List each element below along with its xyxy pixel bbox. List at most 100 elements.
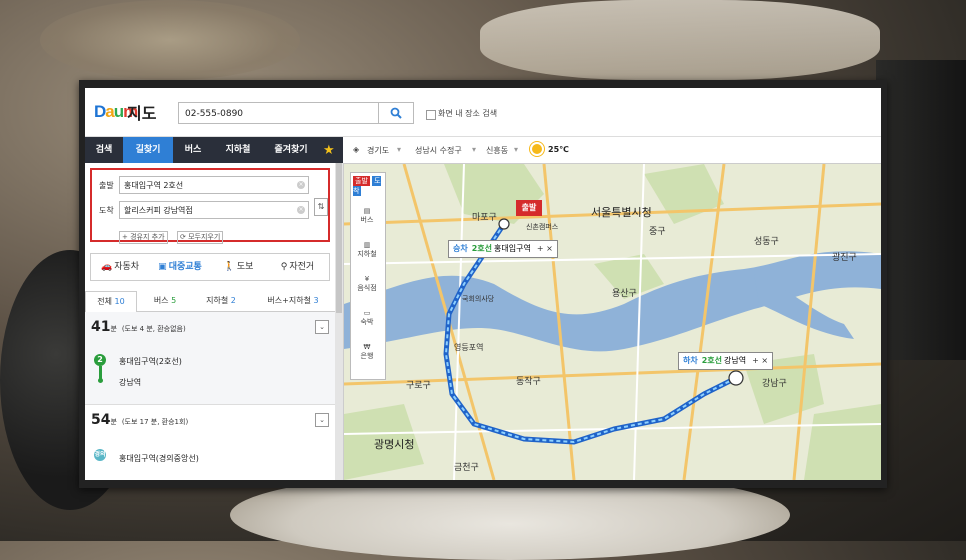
- start-label: 출발: [99, 181, 114, 190]
- map-label: 광진구: [832, 253, 857, 263]
- map-label: 영등포역: [454, 343, 484, 352]
- map-label: 구로구: [406, 381, 431, 391]
- subway-icon: ▥: [363, 241, 371, 249]
- location-icon: ◈: [353, 145, 360, 154]
- bus-icon: ▣: [158, 262, 167, 272]
- bus-icon: ▤: [363, 207, 371, 215]
- browser-screen: Daum 지도 02-555-0890 화면 내 장소 검색 검색 길찾기 버스…: [85, 88, 881, 480]
- fork-icon: ¥: [364, 275, 370, 283]
- map-label: 강남구: [762, 379, 787, 389]
- bed-icon: ▭: [363, 309, 371, 317]
- area-search-label: 화면 내 장소 검색: [438, 109, 498, 118]
- mode-transit[interactable]: ▣ 대중교통: [149, 254, 211, 280]
- board-station: 홍대입구역(경의중앙선): [119, 454, 199, 463]
- tab-all[interactable]: 전체 10: [85, 291, 137, 313]
- start-marker[interactable]: 출발: [516, 200, 542, 216]
- main-nav: 검색 길찾기 버스 지하철 즐겨찾기 ★: [85, 137, 343, 163]
- expand-icon[interactable]: ⌄: [315, 320, 329, 334]
- route-dot: [98, 378, 103, 383]
- map-label: 금천구: [454, 463, 479, 473]
- search-icon: [390, 107, 402, 119]
- page-title: 지도: [127, 104, 157, 123]
- tab-directions[interactable]: 길찾기: [123, 137, 173, 163]
- location-breadcrumb: ◈ 경기도 ▾ 성남시 수정구 ▾ 신흥동 ▾ 25℃: [343, 137, 881, 164]
- tab-favorites[interactable]: 즐겨찾기: [263, 137, 319, 163]
- map-header: Daum 지도 02-555-0890 화면 내 장소 검색: [85, 88, 881, 137]
- bus-stop-toggle[interactable]: ▤ 버스: [356, 207, 378, 229]
- chevron-down-icon: ▾: [397, 145, 402, 154]
- zoom-in-icon: + ×: [536, 244, 553, 253]
- line2-badge: 2: [94, 354, 106, 366]
- search-button[interactable]: [378, 102, 414, 124]
- alight-station: 강남역: [119, 378, 142, 387]
- lodging-toggle[interactable]: ▭ 숙박: [356, 309, 378, 331]
- end-field[interactable]: 할리스커피 강남역점 ×: [119, 201, 309, 219]
- temperature: 25℃: [548, 145, 569, 154]
- clear-all-button[interactable]: ⟳ 모두지우기: [177, 231, 224, 244]
- tab-search[interactable]: 검색: [85, 137, 123, 163]
- monitor-frame: Daum 지도 02-555-0890 화면 내 장소 검색 검색 길찾기 버스…: [79, 80, 887, 488]
- route-input-box: 출발 홍대입구역 2호선 × 도착 할리스커피 강남역점 × ⇅ + 경유지 추…: [90, 168, 330, 244]
- tab-subway-results[interactable]: 지하철 2: [193, 291, 249, 311]
- travel-mode-tabs: 🚗 자동차 ▣ 대중교통 🚶 도보 ⚲ 자전거: [90, 253, 330, 281]
- crumb-region2[interactable]: 성남시 수정구: [415, 145, 462, 156]
- route-result[interactable]: 41분 (도보 4 분, 환승없음) ⌄ 2 홍대입구역(2호선) 강남역: [85, 312, 343, 405]
- expand-icon[interactable]: ⌄: [315, 413, 329, 427]
- map-label: 동작구: [516, 377, 541, 387]
- clear-icon[interactable]: ×: [297, 206, 305, 214]
- map-label: 신촌캠퍼스: [526, 223, 559, 231]
- chevron-down-icon: ▾: [472, 145, 477, 154]
- tab-subway[interactable]: 지하철: [213, 137, 263, 163]
- subway-toggle[interactable]: ▥ 지하철: [356, 241, 378, 263]
- background-blur: [480, 0, 880, 80]
- map-label: 용산구: [612, 289, 637, 299]
- background-blur: [40, 0, 300, 80]
- result-duration: 54분 (도보 17 분, 환승1회): [91, 412, 189, 428]
- result-filter-tabs: 전체 10 버스 5 지하철 2 버스+지하철 3: [85, 291, 343, 313]
- area-search-checkbox[interactable]: [426, 110, 436, 120]
- map-tool-panel: 출발 도착 ▤ 버스 ▥ 지하철 ¥ 음식점 ▭ 숙박 ₩ 은행: [350, 172, 386, 380]
- walk-icon: 🚶: [223, 262, 235, 272]
- restaurant-toggle[interactable]: ¥ 음식점: [356, 275, 378, 297]
- panel-scrollbar[interactable]: [335, 163, 343, 480]
- directions-panel: 출발 홍대입구역 2호선 × 도착 할리스커피 강남역점 × ⇅ + 경유지 추…: [85, 163, 344, 480]
- swap-route-icon[interactable]: ⇅: [314, 198, 328, 216]
- map-label: 서울특별시청: [591, 206, 652, 219]
- map-label: 성동구: [754, 237, 779, 247]
- tab-combo-results[interactable]: 버스+지하철 3: [253, 291, 333, 311]
- board-popup[interactable]: 승차 2호선 홍대입구역 + ×: [448, 240, 558, 258]
- map-label: 중구: [649, 227, 666, 237]
- bank-icon: ₩: [363, 343, 371, 351]
- result-duration: 41분 (도보 4 분, 환승없음): [91, 319, 186, 335]
- crumb-region1[interactable]: 경기도: [367, 145, 389, 156]
- add-waypoint-button[interactable]: + 경유지 추가: [119, 231, 168, 244]
- board-station: 홍대입구역(2호선): [119, 357, 182, 366]
- mode-car[interactable]: 🚗 자동차: [91, 254, 149, 280]
- end-label: 도착: [99, 206, 114, 215]
- tab-bus[interactable]: 버스: [173, 137, 213, 163]
- sun-icon: [532, 144, 542, 154]
- bank-toggle[interactable]: ₩ 은행: [356, 343, 378, 365]
- zoom-in-icon: + ×: [752, 356, 769, 365]
- scroll-thumb[interactable]: [336, 163, 342, 313]
- start-field[interactable]: 홍대입구역 2호선 ×: [119, 176, 309, 194]
- alight-popup[interactable]: 하차 2호선 강남역 + ×: [678, 352, 774, 370]
- search-input[interactable]: 02-555-0890: [178, 102, 378, 124]
- star-icon[interactable]: ★: [323, 143, 335, 158]
- map-label: 국회의사당: [462, 295, 495, 303]
- map-label: 광명시청: [374, 438, 415, 451]
- line-badge: 경의: [94, 449, 106, 461]
- map-label: 마포구: [472, 213, 497, 223]
- car-icon: 🚗: [100, 262, 113, 272]
- background-blur: [876, 60, 966, 360]
- mode-bike[interactable]: ⚲ 자전거: [266, 254, 329, 280]
- bike-icon: ⚲: [280, 262, 288, 272]
- chevron-down-icon: ▾: [514, 145, 519, 154]
- crumb-region3[interactable]: 신흥동: [486, 145, 508, 156]
- route-result[interactable]: 54분 (도보 17 분, 환승1회) ⌄ 경의 홍대입구역(경의중앙선): [85, 405, 343, 480]
- mode-walk[interactable]: 🚶 도보: [211, 254, 266, 280]
- map-view[interactable]: 출발 도착 ▤ 버스 ▥ 지하철 ¥ 음식점 ▭ 숙박 ₩ 은행 출발 승차 2호선 홍대입구…: [344, 164, 881, 480]
- clear-icon[interactable]: ×: [297, 181, 305, 189]
- tab-bus-results[interactable]: 버스 5: [140, 291, 190, 311]
- start-end-toggle[interactable]: 출발 도착: [353, 176, 385, 196]
